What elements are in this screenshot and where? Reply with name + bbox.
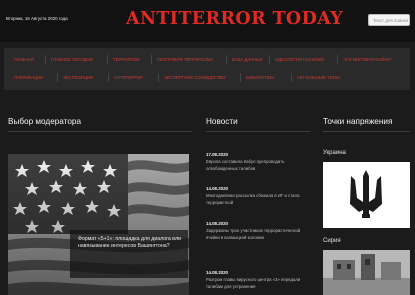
news-title[interactable]: Многодневная рассылка сбежала в ИГ и ста… xyxy=(206,193,306,207)
nav-divider xyxy=(108,73,109,82)
trident-emblem-icon[interactable] xyxy=(323,162,410,228)
news-title[interactable]: Задержаны трое участников террористическ… xyxy=(206,228,306,242)
nav-divider xyxy=(45,55,46,64)
region-label-ukraine[interactable]: Украина xyxy=(323,150,346,156)
nav-divider xyxy=(151,55,152,64)
hotspots-column-heading: Точки напряжения xyxy=(323,117,393,126)
news-item[interactable]: 14.08.2020 Многодневная рассылка сбежала… xyxy=(206,186,306,207)
news-heading-rule xyxy=(206,131,310,132)
nav-divider xyxy=(107,55,108,64)
nav-item-world-war[interactable]: "3-я мировая война" xyxy=(343,54,392,65)
nav-item-ideology[interactable]: Идеология насилия xyxy=(275,54,324,65)
main-navigation: Главная Главное сегодня Терроризм Геогра… xyxy=(4,48,410,90)
top-bar: Вторник, 18 Августа 2020 года ANTITERROR… xyxy=(0,0,415,42)
nav-item-database[interactable]: База данных xyxy=(232,54,263,65)
nav-item-library[interactable]: Библиотека xyxy=(246,72,275,83)
nav-row-primary: Главная Главное сегодня Терроризм Геогра… xyxy=(4,51,410,69)
nav-item-antiterror[interactable]: Антитеррор xyxy=(114,72,143,83)
nav-divider xyxy=(291,73,292,82)
nav-divider xyxy=(269,55,270,64)
nav-item-topics[interactable]: Актуальные темы xyxy=(297,72,340,83)
nav-item-main-today[interactable]: Главное сегодня xyxy=(51,54,93,65)
hotspots-heading-rule xyxy=(323,131,410,132)
moderator-column-heading: Выбор модератора xyxy=(8,117,81,126)
nav-item-publications[interactable]: Публикации xyxy=(14,72,43,83)
news-item[interactable]: 14.08.2020 Задержаны трое участников тер… xyxy=(206,221,306,242)
news-title[interactable]: Европа составила Кабул препроводить осво… xyxy=(206,159,306,173)
nav-item-home[interactable]: Главная xyxy=(14,54,34,65)
nav-divider xyxy=(57,73,58,82)
moderator-heading-rule xyxy=(8,131,192,132)
nav-divider xyxy=(158,73,159,82)
news-title[interactable]: Разгром главы вирусного центра «3» перед… xyxy=(206,277,306,291)
nav-item-geography[interactable]: География терроризма xyxy=(157,54,213,65)
nav-divider xyxy=(226,55,227,64)
trident-emblem-graphic xyxy=(323,162,410,228)
nav-item-terrorism[interactable]: Терроризм xyxy=(113,54,140,65)
nav-item-experts[interactable]: Экспертное сообщество xyxy=(164,72,225,83)
news-date: 14.08.2020 xyxy=(206,186,228,191)
news-date: 17.08.2020 xyxy=(206,152,228,157)
syria-photo[interactable] xyxy=(323,250,410,295)
region-label-syria[interactable]: Сирия xyxy=(323,238,341,244)
nav-divider xyxy=(337,55,338,64)
header-date: Вторник, 18 Августа 2020 года xyxy=(6,16,68,21)
featured-caption[interactable]: Формат «5+1»: площадка для диалога или н… xyxy=(78,236,186,250)
nav-item-expositions[interactable]: Экспозиции xyxy=(63,72,93,83)
syria-photo-graphic xyxy=(323,250,410,295)
news-date: 14.08.2020 xyxy=(206,270,228,275)
nav-divider xyxy=(240,73,241,82)
news-date: 14.08.2020 xyxy=(206,221,228,226)
news-item[interactable]: 14.08.2020 Разгром главы вирусного центр… xyxy=(206,270,306,291)
site-logo[interactable]: ANTITERROR TODAY xyxy=(126,9,343,29)
nav-row-secondary: Публикации Экспозиции Антитеррор Эксперт… xyxy=(4,69,410,87)
news-column-heading: Новости xyxy=(206,117,238,126)
search-input[interactable]: Текст для поиска xyxy=(368,14,410,26)
news-item[interactable]: 17.08.2020 Европа составила Кабул препро… xyxy=(206,152,306,173)
